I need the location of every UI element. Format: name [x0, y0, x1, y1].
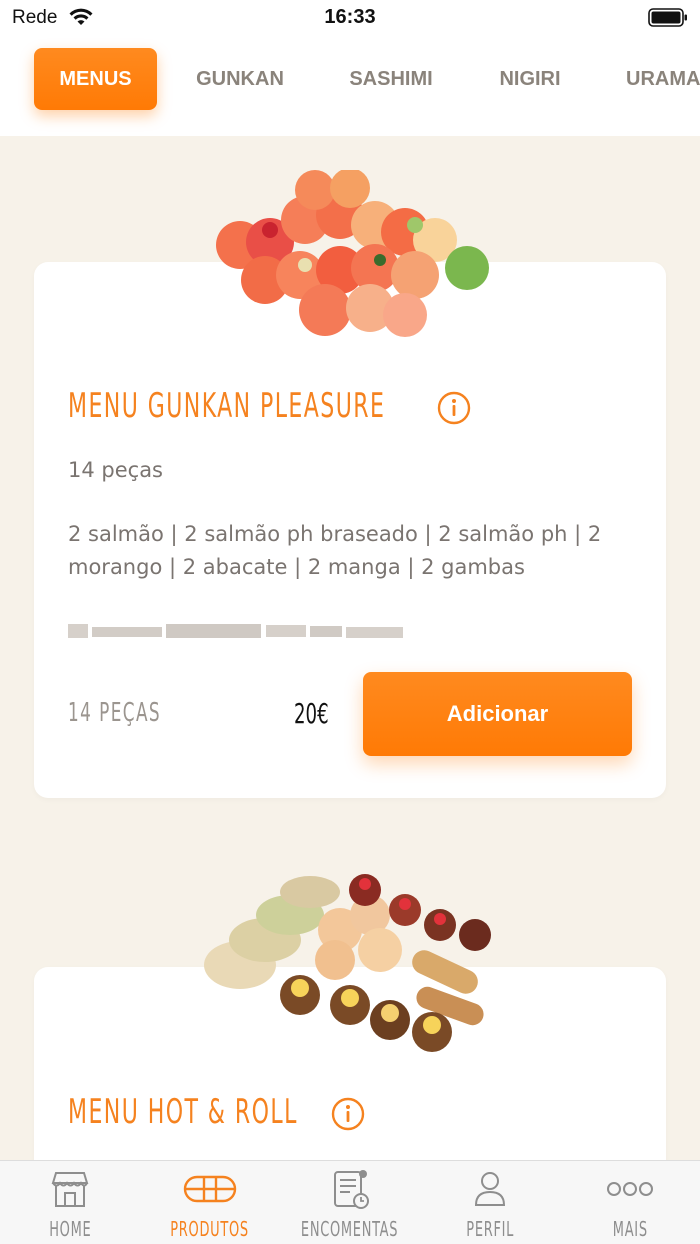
ingredients-list: 2 salmão | 2 salmão ph braseado | 2 salm…: [68, 522, 602, 579]
pieces-count: 14 peças: [68, 458, 164, 482]
pieces-label: 14 PEÇAS: [68, 698, 162, 728]
sushi-hot-roll-image: [204, 874, 491, 1052]
tab-sashimi[interactable]: SASHIMI: [330, 48, 452, 110]
tab-uramaki[interactable]: URAMA: [614, 48, 700, 110]
sushi-gunkan-image: [216, 170, 489, 337]
nav-label: HOME: [48, 1217, 92, 1241]
nav-home[interactable]: HOME: [0, 1161, 140, 1244]
more-icon: [607, 1182, 653, 1196]
battery-icon: [648, 8, 687, 27]
tab-nigiri[interactable]: NIGIRI: [478, 48, 582, 110]
tab-menus[interactable]: MENUS: [34, 48, 157, 110]
nav-encomendas[interactable]: ENCOMENTAS: [280, 1161, 420, 1244]
product-title: MENU GUNKAN PLEASURE: [68, 386, 386, 426]
sushi-icon: [183, 1175, 237, 1203]
price-label: 20€: [294, 697, 329, 730]
nav-label: MAIS: [612, 1217, 648, 1241]
info-icon[interactable]: [331, 1097, 365, 1131]
add-to-cart-button[interactable]: Adicionar: [363, 672, 632, 756]
status-bar: Rede 16:33: [0, 0, 700, 36]
orders-icon: [334, 1170, 369, 1209]
nav-perfil[interactable]: PERFIL: [420, 1161, 560, 1244]
home-store-icon: [51, 1172, 89, 1207]
nav-produtos[interactable]: PRODUTOS: [140, 1161, 280, 1244]
user-icon: [474, 1172, 506, 1206]
nav-label: ENCOMENTAS: [301, 1217, 399, 1241]
info-icon[interactable]: [437, 391, 471, 425]
blurred-text: [68, 624, 403, 638]
nav-label: PRODUTOS: [170, 1217, 250, 1241]
clock: 16:33: [324, 6, 376, 28]
category-tabs: MENUS GUNKAN SASHIMI NIGIRI URAMA: [0, 36, 700, 136]
product-title: MENU HOT & ROLL: [68, 1092, 298, 1132]
nav-label: PERFIL: [466, 1217, 514, 1241]
bottom-nav: HOME PRODUTOS ENCOMENTAS PERFIL MAIS: [0, 1160, 700, 1244]
nav-mais[interactable]: MAIS: [560, 1161, 700, 1244]
tab-gunkan[interactable]: GUNKAN: [180, 48, 300, 110]
